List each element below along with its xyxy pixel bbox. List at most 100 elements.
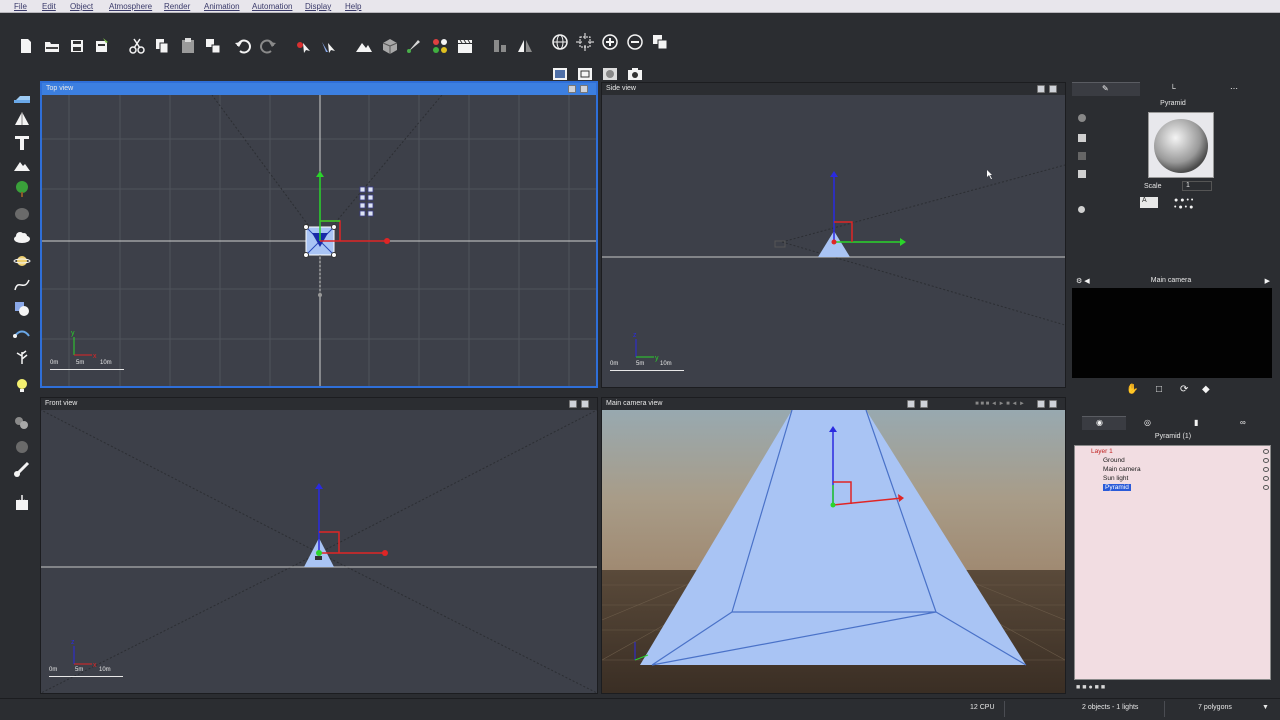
render-options-button[interactable] [907,400,915,408]
visibility-eye-icon[interactable] [1263,458,1269,463]
menu-atmosphere[interactable]: Atmosphere [109,2,152,11]
viewport-camera-button[interactable] [581,400,589,408]
materials-tab-icon[interactable]: ◎ [1144,418,1151,427]
menu-render[interactable]: Render [164,2,190,11]
undo-icon[interactable] [234,37,252,55]
planet-icon[interactable] [13,252,31,270]
plane-icon[interactable] [13,88,31,106]
camera-navigation-controls[interactable]: ✋ □ ⟳ ◆ [1118,380,1228,402]
camera-preview-window[interactable] [1072,288,1272,378]
menu-edit[interactable]: Edit [42,2,56,11]
light-bulb-icon[interactable] [13,376,31,394]
pyramid-icon[interactable] [13,110,31,128]
object-tree-row[interactable]: Main camera [1075,466,1271,475]
move-icon[interactable] [294,37,312,55]
brush-icon[interactable] [405,37,423,55]
object-tree[interactable]: Layer 1 Ground Main camera Sun light Pyramid [1074,445,1271,680]
front-view-viewport[interactable]: Front view z x 0m 5m 10m [40,397,598,694]
rotate-icon[interactable] [319,37,337,55]
links-tab-icon[interactable]: ∞ [1240,418,1246,427]
render-preview-icon[interactable] [601,65,619,83]
menu-display[interactable]: Display [305,2,331,11]
object-tree-row[interactable]: Pyramid [1075,484,1271,493]
orbit-icon[interactable]: ⟳ [1180,384,1188,395]
path-icon[interactable] [13,324,31,342]
scale-input[interactable]: 1 [1182,181,1212,191]
object-tree-row[interactable]: Sun light [1075,475,1271,484]
material-options-cluster[interactable]: ●●•• •●•● [1174,197,1218,219]
viewport-options-button[interactable] [1037,85,1045,93]
paintbrush-icon[interactable]: ✎ [1102,84,1109,93]
numerics-icon[interactable]: ⋯ [1230,84,1238,93]
menu-animation[interactable]: Animation [204,2,240,11]
mirror-icon[interactable] [516,37,534,55]
menu-automation[interactable]: Automation [252,2,292,11]
tab-objects[interactable] [1082,416,1126,430]
clapper-icon[interactable] [456,37,474,55]
cut-icon[interactable] [128,37,146,55]
reload-icon[interactable] [93,37,111,55]
next-camera-icon[interactable]: ▶ [1265,277,1270,285]
globe-icon[interactable] [551,33,569,51]
viewport-camera-button[interactable] [580,85,588,93]
boolean-icon[interactable] [13,300,31,318]
pan-hand-icon[interactable]: ✋ [1126,384,1138,395]
viewport-options-button[interactable] [568,85,576,93]
aspect-icon[interactable]: └ [1170,84,1176,93]
zoom-out-icon[interactable] [626,33,644,51]
redo-icon[interactable] [259,37,277,55]
mountain-icon[interactable] [13,156,31,174]
frame-icon[interactable] [576,33,594,51]
object-tree-row[interactable]: Layer 1 [1075,448,1271,457]
duplicate-icon[interactable] [204,37,222,55]
material-icon-1[interactable] [1078,114,1086,122]
visibility-eye-icon[interactable] [1263,476,1269,481]
visibility-eye-icon[interactable] [1263,485,1269,490]
viewport-camera-button[interactable] [1049,85,1057,93]
copy-window-icon[interactable] [651,33,669,51]
dropdown-arrow-icon[interactable]: ▼ [1262,704,1269,711]
copy-icon[interactable] [153,37,171,55]
object-list-actions[interactable]: ■■●■■ [1076,684,1107,691]
terrain-icon[interactable] [355,37,373,55]
material-preview[interactable] [1148,112,1214,178]
link-icon[interactable] [13,460,31,478]
save-icon[interactable] [68,37,86,55]
side-view-viewport[interactable]: Side view z y 0m 5m 10m [601,82,1066,388]
align-icon[interactable] [491,37,509,55]
open-folder-icon[interactable] [43,37,61,55]
camera-icon[interactable] [626,65,644,83]
metablob-icon[interactable] [13,414,31,432]
menu-object[interactable]: Object [70,2,93,11]
palette-icon[interactable] [431,37,449,55]
render-camera-button[interactable] [920,400,928,408]
text-icon[interactable] [13,134,31,152]
object-tree-row[interactable]: Ground [1075,457,1271,466]
viewport-options-button[interactable] [569,400,577,408]
camera-control-strip[interactable]: ■ ■ ■ ◄ ► ■ ◄ ► [975,401,1025,407]
curve-icon[interactable] [13,276,31,294]
viewport-options-button[interactable] [1037,400,1045,408]
plant-icon[interactable] [13,348,31,366]
rock-icon[interactable] [13,204,31,222]
functions-tab-icon[interactable]: ▮ [1194,418,1198,427]
viewport-camera-button[interactable] [1049,400,1057,408]
cube-icon[interactable] [381,37,399,55]
material-icon-4[interactable] [1078,170,1086,178]
zoom-in-icon[interactable] [601,33,619,51]
material-icon-5[interactable] [1078,206,1085,213]
preview-tools-icon[interactable]: ⚙ ◀ [1076,277,1090,285]
frame-select-icon[interactable]: □ [1156,384,1162,395]
visibility-eye-icon[interactable] [1263,467,1269,472]
new-file-icon[interactable] [17,37,35,55]
import-icon[interactable] [13,494,31,512]
top-view-viewport[interactable]: Top view y x 0m 5m 10m [40,81,598,388]
cloud-icon[interactable] [13,228,31,246]
menu-file[interactable]: File [14,2,27,11]
lock-icon[interactable]: ◆ [1202,384,1210,395]
sphere-group-icon[interactable] [13,438,31,456]
material-icon-3[interactable] [1078,152,1086,160]
main-camera-viewport[interactable]: Main camera view ■ ■ ■ ◄ ► ■ ◄ ► [601,397,1066,694]
tree-icon[interactable] [13,180,31,198]
material-icon-2[interactable] [1078,134,1086,142]
